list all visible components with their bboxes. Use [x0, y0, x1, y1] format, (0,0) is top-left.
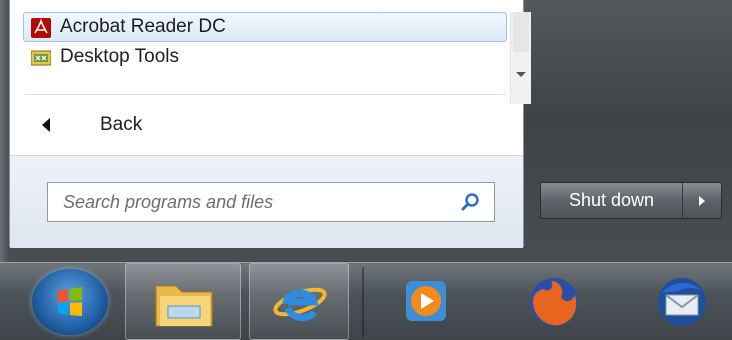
- program-item-acrobat-reader[interactable]: Acrobat Reader DC: [23, 12, 507, 42]
- taskbar: [0, 262, 732, 340]
- thunderbird-icon: [658, 278, 706, 326]
- taskbar-separator: [362, 267, 364, 337]
- taskbar-internet-explorer[interactable]: [249, 263, 349, 340]
- program-list: Acrobat Reader DC Desktop Tools: [23, 12, 531, 104]
- search-icon[interactable]: [460, 192, 480, 212]
- start-button[interactable]: [10, 263, 115, 340]
- acrobat-reader-icon: [31, 18, 51, 38]
- scroll-thumb[interactable]: [513, 12, 529, 52]
- back-label: Back: [100, 114, 143, 135]
- media-player-icon: [406, 281, 446, 321]
- taskbar-thunderbird[interactable]: [640, 263, 725, 340]
- desktop-tools-icon: [31, 50, 51, 66]
- programs-panel: Acrobat Reader DC Desktop Tools Back: [9, 0, 531, 248]
- scroll-down-arrow-icon[interactable]: [516, 72, 526, 77]
- windows-flag-icon: [58, 287, 82, 316]
- taskbar-file-explorer[interactable]: [125, 263, 241, 340]
- program-item-desktop-tools[interactable]: Desktop Tools: [23, 42, 507, 72]
- program-item-label: Acrobat Reader DC: [60, 16, 226, 37]
- taskbar-firefox[interactable]: [515, 263, 595, 340]
- back-button[interactable]: Back: [24, 108, 484, 142]
- search-input[interactable]: [48, 190, 445, 214]
- chevron-right-icon: [699, 195, 705, 206]
- search-box[interactable]: [47, 182, 495, 222]
- start-menu-frame: Acrobat Reader DC Desktop Tools Back Sea…: [0, 0, 732, 262]
- shutdown-options-button[interactable]: [683, 183, 721, 218]
- start-menu-edge: [0, 0, 9, 262]
- taskbar-windows-media-player[interactable]: [390, 263, 470, 340]
- firefox-icon: [530, 278, 578, 326]
- folder-icon: [155, 285, 213, 327]
- internet-explorer-icon: [273, 287, 327, 321]
- program-item-label: Desktop Tools: [60, 46, 179, 67]
- back-arrow-icon: [42, 118, 50, 132]
- divider: [24, 94, 506, 95]
- program-list-scrollbar[interactable]: [510, 12, 531, 104]
- windows-logo-icon: [32, 269, 108, 335]
- search-area: [10, 155, 523, 248]
- shutdown-button[interactable]: Shut down: [541, 183, 683, 218]
- shutdown-button-group: Shut down: [540, 182, 722, 219]
